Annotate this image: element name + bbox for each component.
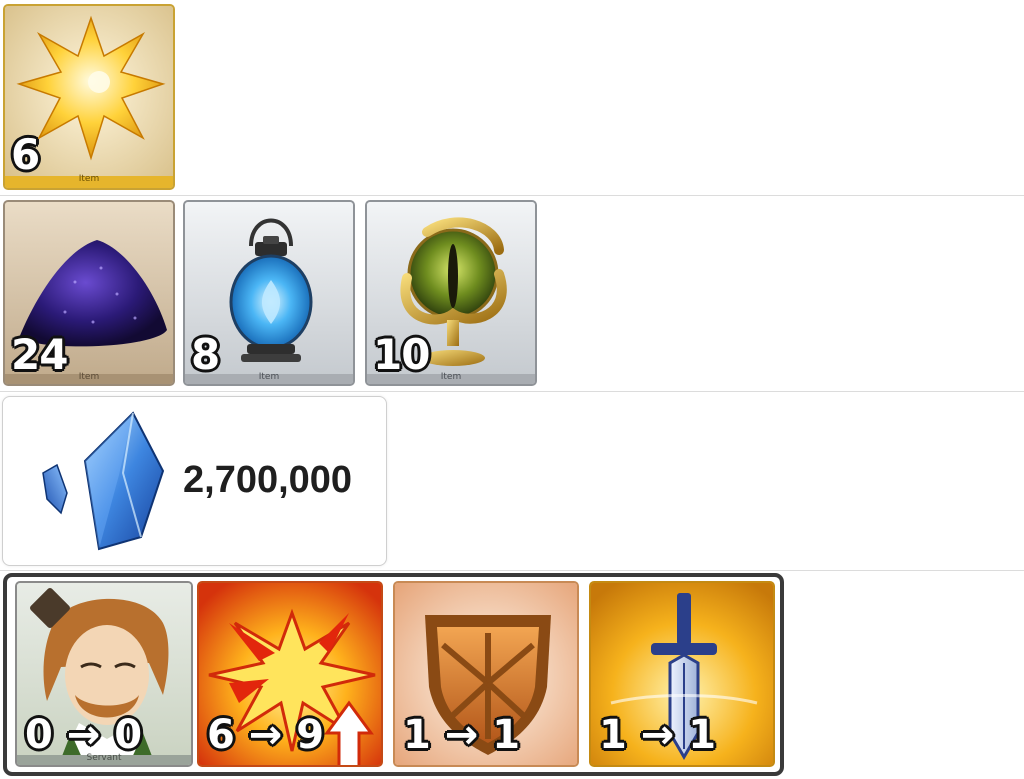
row-separator-2 bbox=[0, 391, 1024, 392]
skill-1-tile[interactable]: 6 → 9 bbox=[197, 581, 383, 767]
qp-amount: 2,700,000 bbox=[183, 459, 353, 501]
servant-level-change: 0 → 0 bbox=[25, 712, 143, 758]
item-quantity: 8 bbox=[191, 330, 220, 379]
skill-2-tile[interactable]: 1 → 1 bbox=[393, 581, 579, 767]
purple-powder-item-tile[interactable]: Item 24 bbox=[3, 200, 175, 386]
serpent-eye-item-tile[interactable]: Item 10 bbox=[365, 200, 537, 386]
skill-2-level-change: 1 → 1 bbox=[403, 712, 521, 758]
qp-card: 2,700,000 bbox=[2, 396, 387, 566]
blue-lantern-item-tile[interactable]: Item 8 bbox=[183, 200, 355, 386]
skill-3-tile[interactable]: 1 → 1 bbox=[589, 581, 775, 767]
row-separator-3 bbox=[0, 570, 1024, 571]
skill-upgrade-frame: Servant 0 → 0 6 → 9 1 → 1 1 → 1 bbox=[3, 573, 784, 776]
blue-crystal-icon bbox=[42, 411, 165, 551]
item-quantity: 10 bbox=[373, 330, 430, 379]
item-quantity: 6 bbox=[11, 130, 40, 179]
item-quantity: 24 bbox=[11, 330, 68, 379]
skill-3-level-change: 1 → 1 bbox=[599, 712, 717, 758]
skill-1-level-change: 6 → 9 bbox=[207, 712, 325, 758]
gold-star-item-tile[interactable]: Item 6 bbox=[3, 4, 175, 190]
servant-portrait-tile[interactable]: Servant 0 → 0 bbox=[15, 581, 193, 767]
row-separator-1 bbox=[0, 195, 1024, 196]
